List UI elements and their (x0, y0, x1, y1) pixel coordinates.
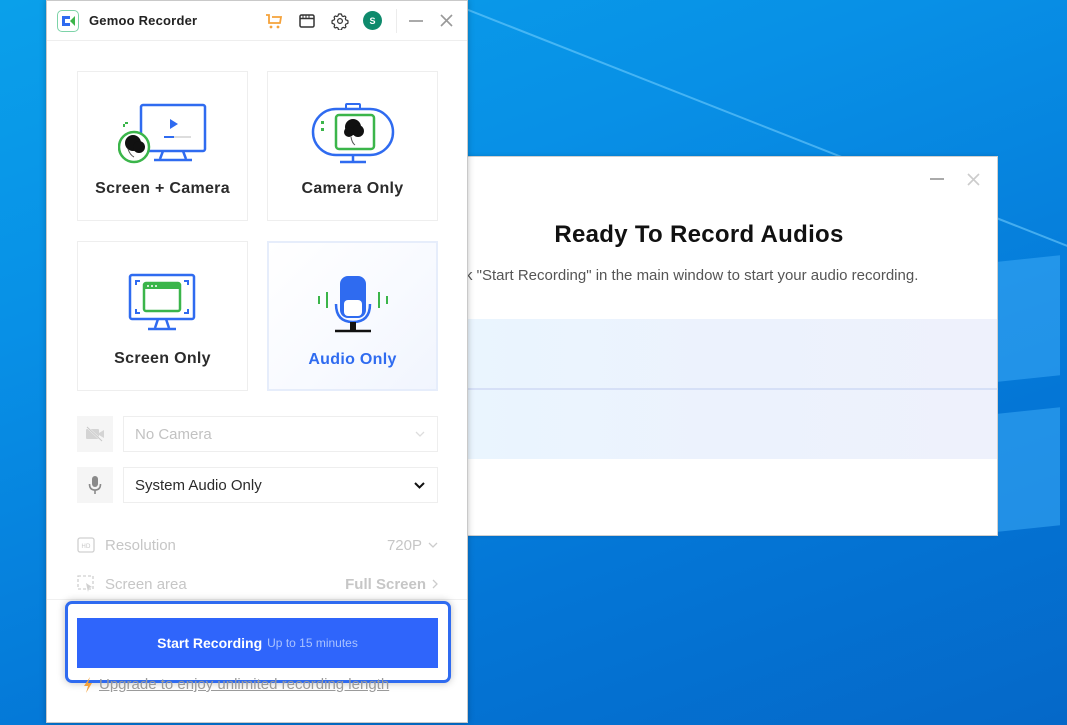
chevron-down-icon (414, 481, 425, 489)
recording-limit-text: Up to 15 minutes (267, 636, 358, 650)
screen-camera-icon (117, 103, 206, 164)
app-title: Gemoo Recorder (89, 13, 198, 28)
dialog-instructions: k "Start Recording" in the main window t… (465, 267, 919, 284)
resolution-option[interactable]: HD Resolution 720P (77, 534, 438, 556)
screen-icon (128, 273, 195, 331)
screen-area-value: Full Screen (345, 575, 426, 593)
titlebar[interactable]: Gemoo Recorder S (47, 1, 467, 41)
audio-select[interactable]: System Audio Only (123, 467, 438, 503)
waveform-baseline (467, 388, 997, 390)
recording-mode-grid: Screen + Camera Camera Only Screen Only … (77, 71, 438, 391)
microphone-toggle-button[interactable] (77, 467, 113, 503)
resolution-value: 720P (386, 536, 422, 554)
dialog-title: Ready To Record Audios (554, 221, 844, 248)
hd-icon: HD (77, 537, 95, 553)
screen-area-select-icon (77, 575, 94, 592)
start-recording-label: Start Recording (157, 635, 263, 651)
mode-label: Screen + Camera (95, 180, 230, 197)
webcam-icon (311, 103, 394, 164)
close-button[interactable] (435, 10, 457, 32)
browser-window-icon (299, 13, 315, 28)
gemoo-logo-icon (62, 15, 75, 26)
mode-label: Camera Only (301, 180, 404, 197)
mode-screen-only[interactable]: Screen Only (77, 241, 248, 391)
settings-button[interactable] (329, 10, 351, 32)
mode-audio-only[interactable]: Audio Only (267, 241, 438, 391)
screen-area-option[interactable]: Screen area Full Screen (77, 573, 438, 595)
user-avatar[interactable]: S (363, 11, 382, 30)
chevron-down-icon (415, 431, 425, 437)
cart-button[interactable] (263, 10, 285, 32)
audio-device-row: System Audio Only (77, 467, 438, 503)
camera-off-icon (86, 426, 104, 442)
mode-label: Audio Only (308, 351, 397, 368)
recordings-library-button[interactable] (296, 10, 318, 32)
dialog-minimize-button[interactable] (927, 169, 947, 189)
cart-icon (266, 13, 283, 28)
titlebar-divider (396, 8, 397, 33)
camera-select-value: No Camera (135, 425, 212, 443)
microphone-icon (317, 276, 388, 333)
recorder-main-window: Gemoo Recorder S Screen + Camera Camera … (46, 0, 468, 723)
minimize-button[interactable] (405, 10, 427, 32)
svg-text:HD: HD (81, 543, 91, 550)
camera-select[interactable]: No Camera (123, 416, 438, 452)
dialog-close-button[interactable] (963, 169, 983, 189)
audio-select-value: System Audio Only (135, 476, 262, 494)
screen-area-label: Screen area (105, 575, 187, 593)
camera-off-button[interactable] (77, 416, 113, 452)
microphone-icon (88, 476, 102, 494)
close-icon (439, 14, 453, 27)
mode-screen-camera[interactable]: Screen + Camera (77, 71, 248, 221)
close-icon (966, 172, 980, 186)
upgrade-row: Upgrade to enjoy unlimited recording len… (83, 676, 389, 693)
start-recording-button[interactable]: Start Recording Up to 15 minutes (77, 618, 438, 668)
upgrade-link[interactable]: Upgrade to enjoy unlimited recording len… (99, 676, 389, 693)
section-divider (47, 599, 467, 600)
ready-to-record-dialog: Ready To Record Audios k "Start Recordin… (465, 156, 998, 536)
camera-device-row: No Camera (77, 416, 438, 452)
chevron-right-icon (432, 579, 438, 589)
chevron-down-icon (428, 542, 438, 548)
lightning-icon (84, 676, 92, 693)
mode-camera-only[interactable]: Camera Only (267, 71, 438, 221)
app-logo (57, 9, 79, 32)
minimize-icon (409, 19, 423, 22)
resolution-label: Resolution (105, 536, 176, 554)
mode-label: Screen Only (114, 350, 211, 367)
minimize-icon (930, 178, 944, 180)
gear-icon (331, 12, 349, 30)
